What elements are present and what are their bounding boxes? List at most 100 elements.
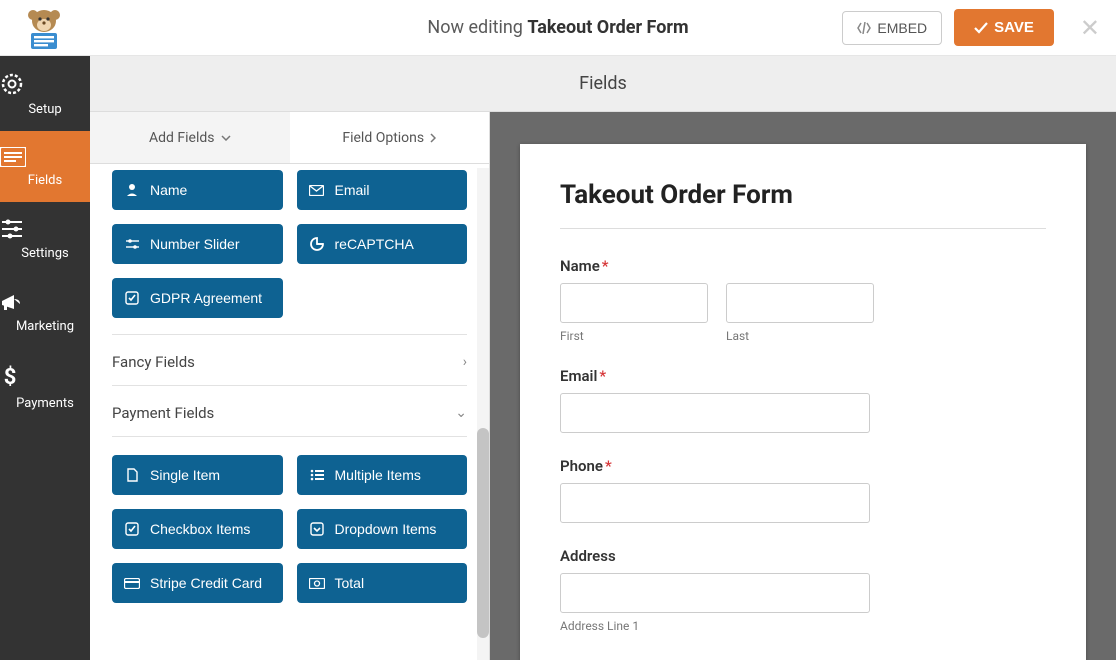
close-icon[interactable]: ✕ <box>1080 14 1100 42</box>
field-label: Multiple Items <box>335 467 421 483</box>
field-label: GDPR Agreement <box>150 290 262 306</box>
field-name-button[interactable]: Name <box>112 170 283 210</box>
preview-area: Takeout Order Form Name* First Last <box>490 112 1116 660</box>
embed-button[interactable]: EMBED <box>842 11 942 45</box>
field-label: Stripe Credit Card <box>150 575 262 591</box>
field-stripe-button[interactable]: Stripe Credit Card <box>112 563 283 603</box>
field-address[interactable]: Address Address Line 1 <box>560 547 1046 633</box>
top-header: Now editing Takeout Order Form EMBED SAV… <box>0 0 1116 56</box>
field-label: Number Slider <box>150 236 239 252</box>
last-sublabel: Last <box>726 329 874 343</box>
logo <box>16 6 72 50</box>
form-name: Takeout Order Form <box>527 17 688 38</box>
bullhorn-icon <box>0 291 90 313</box>
field-email-button[interactable]: Email <box>297 170 468 210</box>
panel-scroll[interactable]: Name Email Number Slider reCAPTCHA <box>90 164 489 660</box>
field-number-slider-button[interactable]: Number Slider <box>112 224 283 264</box>
save-button[interactable]: SAVE <box>954 9 1054 46</box>
sidebar-item-marketing[interactable]: Marketing <box>0 275 90 348</box>
email-input[interactable] <box>560 393 870 433</box>
required-asterisk: * <box>602 257 609 275</box>
form-canvas[interactable]: Takeout Order Form Name* First Last <box>520 144 1086 660</box>
sliders-icon <box>124 236 140 252</box>
panel-tabs: Add Fields Field Options <box>90 112 489 164</box>
check-square-icon <box>124 521 140 537</box>
code-icon <box>857 22 871 34</box>
sliders-icon <box>0 218 90 240</box>
field-label: Email <box>335 182 370 198</box>
panel-body: Add Fields Field Options <box>90 112 1116 660</box>
credit-card-icon <box>124 575 140 591</box>
check-icon <box>974 22 988 34</box>
sidebar-item-payments[interactable]: $ Payments <box>0 348 90 425</box>
money-icon <box>309 575 325 591</box>
address-sublabel: Address Line 1 <box>560 619 1046 633</box>
field-total-button[interactable]: Total <box>297 563 468 603</box>
first-sublabel: First <box>560 329 708 343</box>
tab-add-fields[interactable]: Add Fields <box>90 112 290 163</box>
sidebar-item-fields[interactable]: Fields <box>0 131 90 202</box>
chevron-right-icon <box>430 133 436 143</box>
field-multiple-items-button[interactable]: Multiple Items <box>297 455 468 495</box>
content-area: Fields Add Fields Field Options <box>90 56 1116 660</box>
form-icon <box>0 147 90 167</box>
field-recaptcha-button[interactable]: reCAPTCHA <box>297 224 468 264</box>
field-label: Total <box>335 575 365 591</box>
gear-icon <box>0 72 90 96</box>
field-checkbox-items-button[interactable]: Checkbox Items <box>112 509 283 549</box>
nav-label: Setup <box>28 102 61 117</box>
field-label: Name <box>150 182 187 198</box>
sidebar-item-settings[interactable]: Settings <box>0 202 90 275</box>
phone-input[interactable] <box>560 483 870 523</box>
sidebar: Setup Fields Settings Marketing $ Paymen… <box>0 56 90 660</box>
dollar-icon: $ <box>0 364 90 390</box>
field-label: reCAPTCHA <box>335 236 414 252</box>
section-fancy-fields[interactable]: Fancy Fields › <box>112 335 467 386</box>
field-panel: Add Fields Field Options <box>90 112 490 660</box>
scrollbar[interactable] <box>477 168 489 660</box>
field-dropdown-items-button[interactable]: Dropdown Items <box>297 509 468 549</box>
envelope-icon <box>309 182 325 198</box>
first-name-input[interactable] <box>560 283 708 323</box>
nav-label: Settings <box>21 246 68 261</box>
field-gdpr-button[interactable]: GDPR Agreement <box>112 278 283 318</box>
field-label: Checkbox Items <box>150 521 250 537</box>
required-asterisk: * <box>599 367 606 385</box>
page-title: Now editing Takeout Order Form <box>427 17 688 38</box>
section-label: Payment Fields <box>112 404 214 422</box>
embed-label: EMBED <box>877 20 927 36</box>
section-payment-fields[interactable]: Payment Fields ⌄ <box>112 386 467 437</box>
chevron-down-icon <box>221 135 231 141</box>
address-label: Address <box>560 547 1046 565</box>
chevron-down-icon: ⌄ <box>455 405 467 421</box>
field-email[interactable]: Email* <box>560 367 1046 433</box>
panel-title: Fields <box>579 73 627 94</box>
panel-header: Fields <box>90 56 1116 112</box>
nav-label: Payments <box>16 396 74 411</box>
google-icon <box>309 236 325 252</box>
field-label: Single Item <box>150 467 220 483</box>
chevron-right-icon: › <box>463 354 467 370</box>
name-label: Name* <box>560 257 1046 275</box>
field-single-item-button[interactable]: Single Item <box>112 455 283 495</box>
last-name-input[interactable] <box>726 283 874 323</box>
scrollbar-thumb[interactable] <box>477 428 489 638</box>
top-actions: EMBED SAVE ✕ <box>842 9 1100 46</box>
tab-field-options[interactable]: Field Options <box>290 112 490 163</box>
title-prefix: Now editing <box>427 17 527 38</box>
required-asterisk: * <box>605 457 612 475</box>
check-square-icon <box>124 290 140 306</box>
field-phone[interactable]: Phone* <box>560 457 1046 523</box>
field-name[interactable]: Name* First Last <box>560 257 1046 343</box>
main: Setup Fields Settings Marketing $ Paymen… <box>0 56 1116 660</box>
form-title: Takeout Order Form <box>560 180 1046 210</box>
phone-label: Phone* <box>560 457 1046 475</box>
caret-square-icon <box>309 521 325 537</box>
nav-label: Fields <box>28 173 62 188</box>
save-label: SAVE <box>994 19 1034 36</box>
svg-text:$: $ <box>4 365 17 390</box>
list-icon <box>309 467 325 483</box>
sidebar-item-setup[interactable]: Setup <box>0 56 90 131</box>
address-line1-input[interactable] <box>560 573 870 613</box>
tab-label: Add Fields <box>149 130 215 146</box>
